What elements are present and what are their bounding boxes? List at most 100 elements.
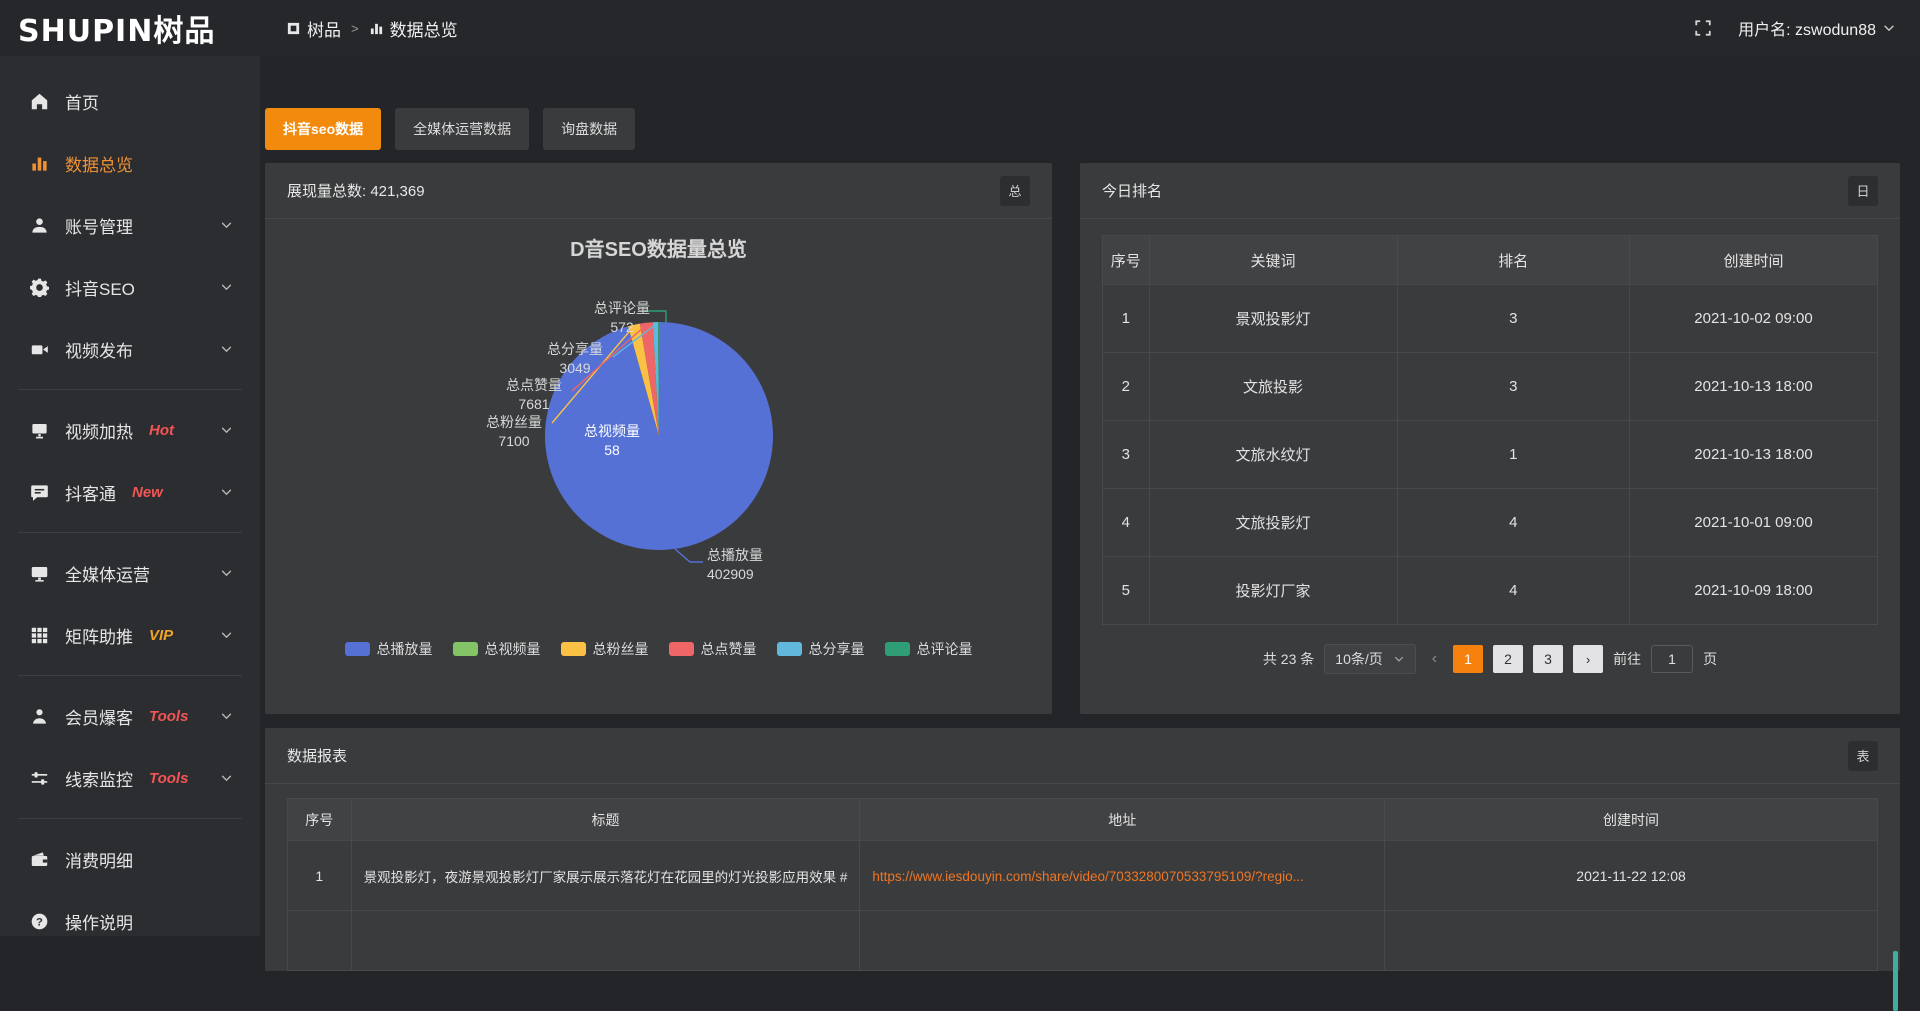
rank-cell: 3 xyxy=(1397,353,1630,421)
legend-swatch xyxy=(561,642,586,656)
sidebar-item-badge: VIP xyxy=(149,627,173,644)
page-button-2[interactable]: 2 xyxy=(1493,645,1523,673)
rank-cell: 4 xyxy=(1397,489,1630,557)
breadcrumb-home[interactable]: 树品 xyxy=(286,16,341,41)
rank-cell: 文旅水纹灯 xyxy=(1149,421,1397,489)
rank-table-row: 1景观投影灯32021-10-02 09:00 xyxy=(1103,285,1878,353)
page-button-1[interactable]: 1 xyxy=(1453,645,1483,673)
legend-item-总点赞量[interactable]: 总点赞量 xyxy=(669,639,757,659)
sidebar-item-矩阵助推[interactable]: 矩阵助推 VIP xyxy=(0,604,260,666)
legend-item-总分享量[interactable]: 总分享量 xyxy=(777,639,865,659)
pagination: 共 23 条10条/页‹123›前往页 xyxy=(1080,644,1900,674)
sidebar-item-全媒体运营[interactable]: 全媒体运营 xyxy=(0,542,260,604)
sidebar-item-视频发布[interactable]: 视频发布 xyxy=(0,318,260,380)
chevron-down-icon xyxy=(217,566,236,580)
sidebar-item-消费明细[interactable]: 消费明细 xyxy=(0,828,260,890)
report-col-header: 创建时间 xyxy=(1385,799,1878,841)
breadcrumb: 树品 > 数据总览 xyxy=(286,16,458,41)
page-size-select[interactable]: 10条/页 xyxy=(1324,644,1415,674)
chevron-down-icon xyxy=(1882,21,1896,35)
rank-cell: 文旅投影 xyxy=(1149,353,1397,421)
rank-table-row: 2文旅投影32021-10-13 18:00 xyxy=(1103,353,1878,421)
rank-panel-title: 今日排名 xyxy=(1102,180,1162,201)
day-badge-button[interactable]: 日 xyxy=(1848,176,1878,206)
report-panel-title: 数据报表 xyxy=(287,745,347,766)
legend-label: 总视频量 xyxy=(485,639,541,659)
chevron-down-icon xyxy=(217,771,236,785)
home-icon xyxy=(30,92,49,111)
chevron-down-icon xyxy=(217,218,236,232)
legend-label: 总播放量 xyxy=(377,639,433,659)
legend-item-总视频量[interactable]: 总视频量 xyxy=(453,639,541,659)
sidebar-divider xyxy=(18,532,242,533)
chart-legend: 总播放量 总视频量 总粉丝量总点赞量总分享量总评论量 xyxy=(265,639,1052,659)
report-link[interactable]: https://www.iesdouyin.com/share/video/70… xyxy=(872,869,1304,884)
rank-cell: 1 xyxy=(1397,421,1630,489)
rank-col-header: 序号 xyxy=(1103,236,1150,285)
tab-全媒体运营数据[interactable]: 全媒体运营数据 xyxy=(395,108,529,150)
impressions-value: 421,369 xyxy=(370,183,424,200)
pie-label-总评论量: 总评论量572 xyxy=(577,299,667,337)
user-icon xyxy=(30,216,49,235)
rank-col-header: 排名 xyxy=(1397,236,1630,285)
next-page-button[interactable]: › xyxy=(1573,645,1603,673)
scrollbar-thumb[interactable] xyxy=(1893,951,1898,1011)
tab-询盘数据[interactable]: 询盘数据 xyxy=(543,108,635,150)
legend-label: 总粉丝量 xyxy=(593,639,649,659)
rank-cell: 1 xyxy=(1103,285,1150,353)
sidebar-item-label: 抖客通 xyxy=(65,480,116,505)
sidebar-item-label: 矩阵助推 xyxy=(65,623,133,648)
legend-item-总粉丝量[interactable]: 总粉丝量 xyxy=(561,639,649,659)
report-time-cell: 2021-11-22 12:08 xyxy=(1385,841,1878,911)
rank-col-header: 创建时间 xyxy=(1630,236,1878,285)
rank-cell: 3 xyxy=(1397,285,1630,353)
sidebar-item-抖音SEO[interactable]: 抖音SEO xyxy=(0,256,260,318)
sidebar-item-label: 首页 xyxy=(65,89,99,114)
breadcrumb-current[interactable]: 数据总览 xyxy=(369,16,458,41)
chevron-down-icon xyxy=(217,342,236,356)
rank-cell: 景观投影灯 xyxy=(1149,285,1397,353)
app-logo: SHUPIN树品 xyxy=(0,6,260,50)
chevron-down-icon xyxy=(217,709,236,723)
total-badge-button[interactable]: 总 xyxy=(1000,176,1030,206)
sidebar-divider xyxy=(18,675,242,676)
sidebar-item-视频加热[interactable]: 视频加热Hot xyxy=(0,399,260,461)
sidebar-item-label: 数据总览 xyxy=(65,151,133,176)
goto-page-input[interactable] xyxy=(1651,645,1693,673)
prev-page-button[interactable]: ‹ xyxy=(1426,650,1443,668)
sidebar-divider xyxy=(18,389,242,390)
sidebar-item-label: 视频发布 xyxy=(65,337,133,362)
rank-cell: 投影灯厂家 xyxy=(1149,557,1397,625)
legend-swatch xyxy=(669,642,694,656)
sidebar-item-数据总览[interactable]: 数据总览 xyxy=(0,132,260,194)
sidebar-item-账号管理[interactable]: 账号管理 xyxy=(0,194,260,256)
sidebar-item-badge: New xyxy=(132,484,163,501)
sidebar-item-抖客通[interactable]: 抖客通 New xyxy=(0,461,260,523)
tab-抖音seo数据[interactable]: 抖音seo数据 xyxy=(265,108,381,150)
rank-col-header: 关键词 xyxy=(1149,236,1397,285)
table-badge-button[interactable]: 表 xyxy=(1848,741,1878,771)
fullscreen-icon[interactable] xyxy=(1694,19,1712,37)
sidebar-item-badge: Hot xyxy=(149,422,174,439)
user-menu[interactable]: 用户名: zswodun88 xyxy=(1738,16,1896,40)
sidebar-item-会员爆客[interactable]: 会员爆客Tools xyxy=(0,685,260,747)
goto-unit: 页 xyxy=(1703,649,1717,669)
monitor-icon xyxy=(30,564,49,583)
legend-item-总评论量[interactable]: 总评论量 xyxy=(885,639,973,659)
pie-label-总视频量: 总视频量58 xyxy=(567,422,657,460)
report-table: 序号标题地址创建时间 1景观投影灯，夜游景观投影灯厂家展示展示落花灯在花园里的灯… xyxy=(287,798,1878,971)
sidebar-item-线索监控[interactable]: 线索监控Tools xyxy=(0,747,260,809)
page-button-3[interactable]: 3 xyxy=(1533,645,1563,673)
logo-text: SHUPIN树品 xyxy=(18,6,215,50)
rank-cell: 5 xyxy=(1103,557,1150,625)
sidebar-item-label: 线索监控 xyxy=(65,766,133,791)
rank-table-row: 4文旅投影灯42021-10-01 09:00 xyxy=(1103,489,1878,557)
breadcrumb-separator: > xyxy=(351,21,359,36)
video-icon xyxy=(30,340,49,359)
sidebar-item-首页[interactable]: 首页 xyxy=(0,70,260,132)
data-report-panel: 数据报表 表 序号标题地址创建时间 1景观投影灯，夜游景观投影灯厂家展示展示落花… xyxy=(265,728,1900,971)
question-icon: ? xyxy=(30,912,49,931)
sidebar-item-label: 抖音SEO xyxy=(65,275,135,300)
impressions-label: 展现量总数: xyxy=(287,183,366,200)
legend-item-总播放量[interactable]: 总播放量 xyxy=(345,639,433,659)
